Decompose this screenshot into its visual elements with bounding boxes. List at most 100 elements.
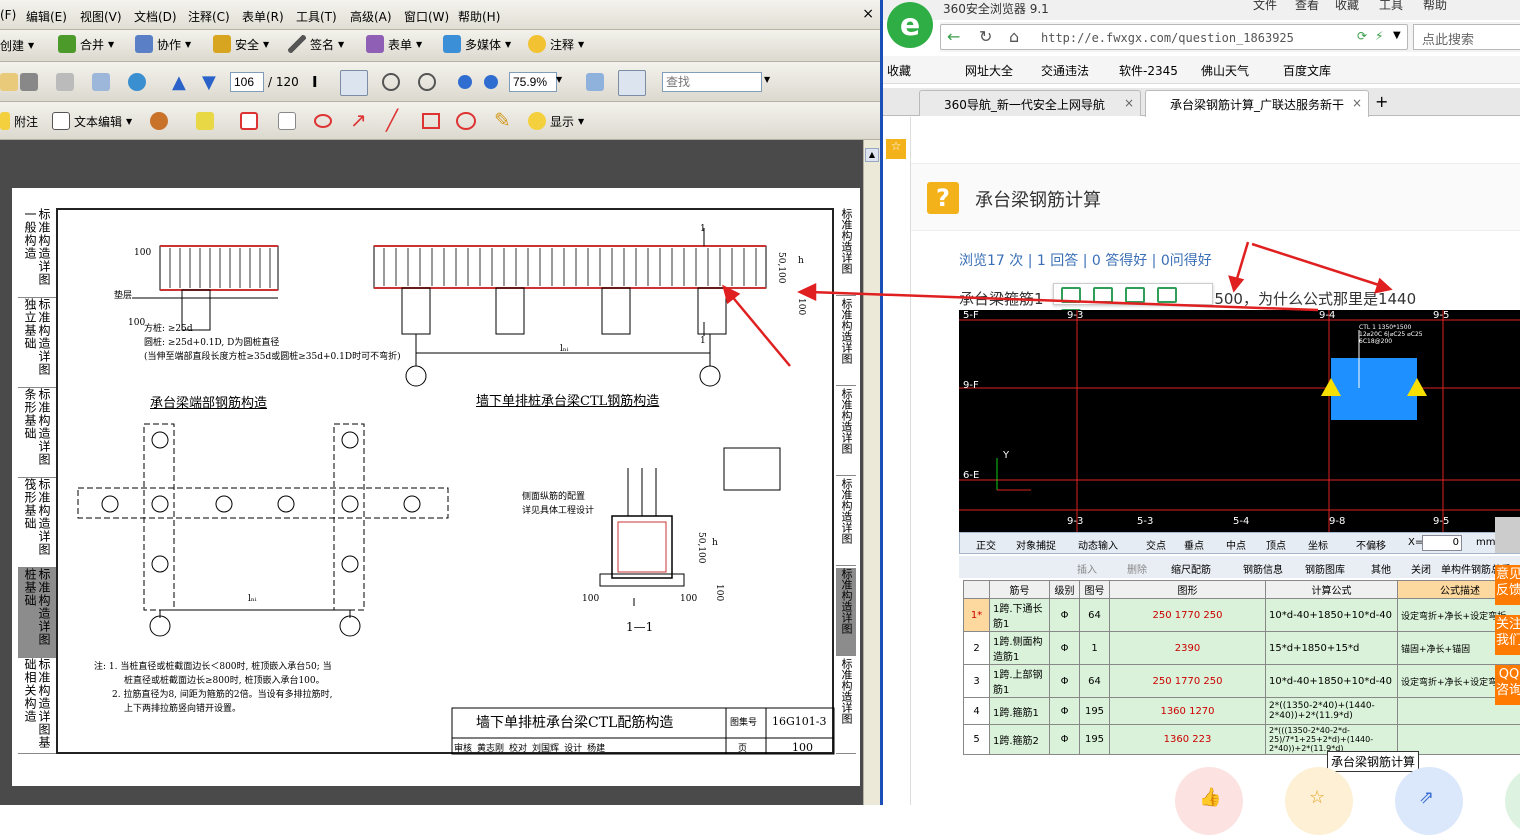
tab-question[interactable]: 承台梁钢筋计算_广联达服务新干× xyxy=(1145,90,1369,117)
find-input[interactable] xyxy=(662,72,762,92)
callout-icon[interactable] xyxy=(240,112,258,130)
stamp-icon[interactable] xyxy=(150,112,168,130)
zoom-in-icon[interactable] xyxy=(484,75,498,89)
sign-button[interactable]: 签名▼ xyxy=(288,35,344,53)
pdf-document-area[interactable]: 标准构造详图一般构造 标准构造详图独立基础 标准构造详图条形基础 标准构造详图筏… xyxy=(0,140,863,805)
table-row[interactable]: 4 1跨.箍筋1 Φ 195 1360 1270 2*((1350-2*40)+… xyxy=(964,698,1520,725)
ortho-toggle[interactable]: 正交 xyxy=(976,537,996,552)
collaborate-button[interactable]: 协作▼ xyxy=(135,35,191,53)
midpoint-snap[interactable]: 中点 xyxy=(1226,537,1246,552)
fav-url-directory[interactable]: 网址大全 xyxy=(965,62,1013,79)
browser-menu-help[interactable]: 帮助 xyxy=(1423,0,1447,13)
line-icon[interactable]: ╱ xyxy=(386,108,398,132)
menu-tools[interactable]: 工具(T) xyxy=(296,8,337,25)
fav-collect[interactable]: 收藏 xyxy=(887,62,911,79)
document-close-button[interactable]: × xyxy=(862,6,874,22)
bar-name[interactable]: 1跨.上部钢筋1 xyxy=(990,665,1050,698)
hand-tool-icon[interactable] xyxy=(340,70,368,96)
combine-button[interactable]: 合并▼ xyxy=(58,35,114,53)
perpendicular-snap[interactable]: 垂点 xyxy=(1184,537,1204,552)
next-page-icon[interactable]: ▼ xyxy=(202,72,216,93)
pencil-icon[interactable]: ✎ xyxy=(494,108,511,132)
bar-grade[interactable]: Φ xyxy=(1050,599,1080,632)
forms-button[interactable]: 表单▼ xyxy=(366,35,422,53)
bar-shape[interactable]: 250 1770 250 xyxy=(1110,599,1266,632)
menu-window[interactable]: 窗口(W) xyxy=(404,8,449,25)
share-icon[interactable] xyxy=(1157,287,1177,303)
image-toolbar-popup[interactable] xyxy=(1053,283,1213,305)
bar-shape[interactable]: 1360 1270 xyxy=(1110,698,1266,725)
bar-formula[interactable]: 15*d+1850+15*d xyxy=(1266,632,1398,665)
bar-grade[interactable]: Φ xyxy=(1050,632,1080,665)
bar-figure[interactable]: 195 xyxy=(1080,698,1110,725)
vertex-snap[interactable]: 顶点 xyxy=(1266,537,1286,552)
select-tool-icon[interactable]: I xyxy=(312,73,318,91)
expand-icon[interactable] xyxy=(1093,287,1113,303)
fit-page-icon[interactable] xyxy=(618,70,646,96)
fit-width-icon[interactable] xyxy=(586,73,604,91)
scroll-up-icon[interactable]: ▲ xyxy=(865,148,879,162)
menu-comments[interactable]: 注释(C) xyxy=(188,8,230,25)
secure-button[interactable]: 安全▼ xyxy=(213,35,269,53)
star-icon[interactable]: ☆ xyxy=(886,139,906,159)
home-icon[interactable]: ⌂ xyxy=(1009,27,1019,46)
menu-edit[interactable]: 编辑(E) xyxy=(26,8,67,25)
oval-icon[interactable] xyxy=(456,112,476,130)
bar-shape[interactable]: 2390 xyxy=(1110,632,1266,665)
coordinate-toggle[interactable]: 坐标 xyxy=(1308,537,1328,552)
bar-grade[interactable]: Φ xyxy=(1050,698,1080,725)
bar-figure[interactable]: 64 xyxy=(1080,599,1110,632)
insert-button[interactable]: 插入 xyxy=(1077,561,1097,576)
email-icon[interactable] xyxy=(92,73,110,91)
save-icon[interactable] xyxy=(56,73,74,91)
bar-formula[interactable]: 10*d-40+1850+10*d-40 xyxy=(1266,665,1398,698)
browser-menu-tools[interactable]: 工具 xyxy=(1379,0,1403,13)
rebar-info-button[interactable]: 钢筋信息 xyxy=(1243,561,1283,576)
show-button[interactable]: 显示▼ xyxy=(528,112,584,130)
loupe-icon[interactable] xyxy=(418,73,436,91)
offset-select[interactable]: 不偏移 xyxy=(1356,537,1386,552)
delete-button[interactable]: 删除 xyxy=(1127,561,1147,576)
bar-formula[interactable]: 2*(((1350-2*40-2*d-25)/7*1+25+2*d)+(1440… xyxy=(1266,725,1398,755)
table-row[interactable]: 5 1跨.箍筋2 Φ 195 1360 223 2*(((1350-2*40-2… xyxy=(964,725,1520,755)
bar-formula[interactable]: 2*((1350-2*40)+(1440-2*40))+2*(11.9*d) xyxy=(1266,698,1398,725)
zoom-dropdown-icon[interactable]: ▼ xyxy=(556,75,562,84)
tab-360-nav[interactable]: 360导航_新一代安全上网导航× xyxy=(919,90,1141,116)
arrow-icon[interactable]: ↗ xyxy=(350,108,367,132)
bar-shape[interactable]: 250 1770 250 xyxy=(1110,665,1266,698)
fav-weather[interactable]: 佛山天气 xyxy=(1201,62,1249,79)
question-stats[interactable]: 浏览17 次 | 1 回答 | 0 答得好 | 0问得好 xyxy=(959,250,1212,270)
bar-description[interactable] xyxy=(1398,725,1520,755)
bar-name[interactable]: 1跨.箍筋1 xyxy=(990,698,1050,725)
menu-view[interactable]: 视图(V) xyxy=(80,8,122,25)
text-edit-button[interactable]: 文本编辑▼ xyxy=(52,112,132,130)
more-button[interactable] xyxy=(1505,767,1520,835)
print-icon[interactable] xyxy=(20,73,38,91)
zoom-out-icon[interactable] xyxy=(458,75,472,89)
search-box[interactable]: 点此搜索 xyxy=(1413,24,1520,50)
browser-menu-favorites[interactable]: 收藏 xyxy=(1335,0,1359,13)
fav-software[interactable]: 软件-2345 xyxy=(1119,62,1178,79)
zoom-tool-icon[interactable] xyxy=(382,73,400,91)
bar-shape[interactable]: 1360 223 xyxy=(1110,725,1266,755)
dyn-input-toggle[interactable]: 动态输入 xyxy=(1078,537,1118,552)
save-icon[interactable] xyxy=(1125,287,1145,303)
bar-formula[interactable]: 10*d-40+1850+10*d-40 xyxy=(1266,599,1398,632)
menu-document[interactable]: 文档(D) xyxy=(134,8,177,25)
back-to-top-icon[interactable] xyxy=(1495,517,1520,553)
open-icon[interactable] xyxy=(0,73,18,91)
new-tab-icon[interactable]: + xyxy=(1375,92,1388,111)
intersection-snap[interactable]: 交点 xyxy=(1146,537,1166,552)
previous-page-icon[interactable]: ▲ xyxy=(172,72,186,93)
browser-menu-view[interactable]: 查看 xyxy=(1295,0,1319,13)
highlight-icon[interactable] xyxy=(196,112,214,130)
browser-menu-file[interactable]: 文件 xyxy=(1253,0,1277,13)
page-number-input[interactable] xyxy=(230,72,264,92)
multimedia-button[interactable]: 多媒体▼ xyxy=(443,35,511,53)
bar-grade[interactable]: Φ xyxy=(1050,725,1080,755)
close-tab-icon[interactable]: × xyxy=(1124,96,1134,110)
cloud-icon[interactable] xyxy=(314,114,332,128)
url-text[interactable]: http://e.fwxgx.com/question_1863925 xyxy=(1041,31,1294,45)
sticky-note-button[interactable]: 附注 xyxy=(0,112,38,130)
bar-name[interactable]: 1跨.箍筋2 xyxy=(990,725,1050,755)
